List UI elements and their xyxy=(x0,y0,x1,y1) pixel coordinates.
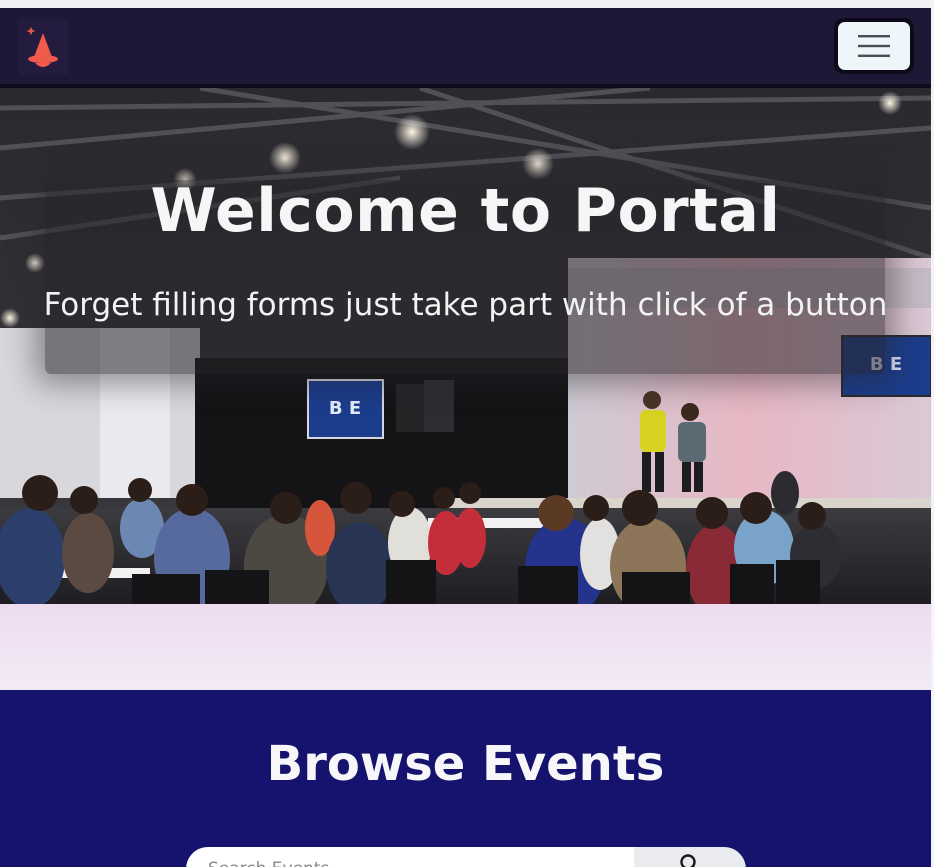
brand-logo[interactable] xyxy=(18,19,68,75)
browse-events-title: Browse Events xyxy=(266,736,665,792)
navbar-toggle-inner[interactable] xyxy=(838,22,910,70)
hamburger-icon xyxy=(857,33,891,59)
navbar xyxy=(0,8,931,88)
hero-banner: B E B E Welcome to Portal Forget filling… xyxy=(0,88,931,604)
search-input[interactable] xyxy=(186,847,634,867)
browse-events-section: Browse Events xyxy=(0,690,931,867)
wizard-hat-icon xyxy=(26,27,58,67)
section-divider xyxy=(0,604,931,690)
event-search-bar xyxy=(186,847,746,867)
search-icon xyxy=(679,854,701,867)
top-strip xyxy=(0,0,934,8)
navbar-toggle-button[interactable] xyxy=(834,18,914,74)
hero-subtitle: Forget filling forms just take part with… xyxy=(43,287,888,323)
hero-title: Welcome to Portal xyxy=(150,176,781,246)
search-button[interactable] xyxy=(634,847,746,867)
svg-text:B E: B E xyxy=(329,398,361,419)
